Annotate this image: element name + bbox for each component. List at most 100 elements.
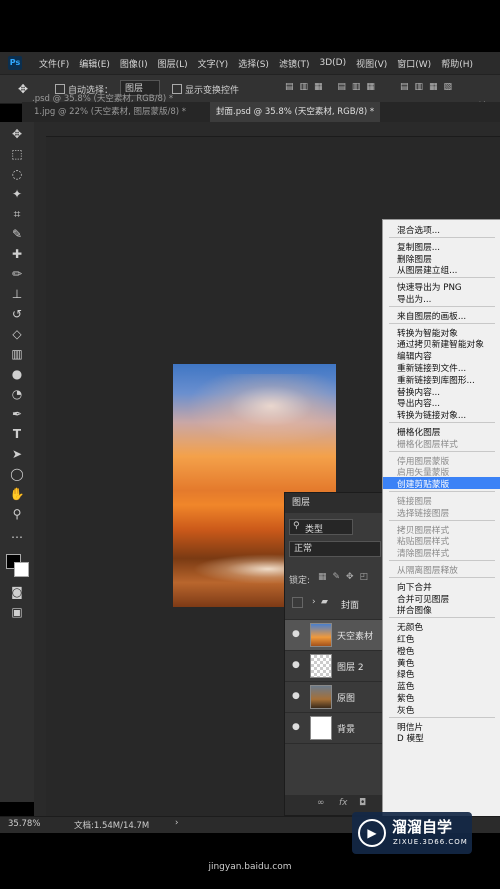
eye-icon[interactable]: ● xyxy=(292,722,300,732)
visibility-empty[interactable] xyxy=(292,597,303,608)
healing-brush-icon[interactable]: ✚ xyxy=(9,246,25,262)
mask-icon[interactable]: ◘ xyxy=(359,798,366,808)
show-transform-label: 显示变换控件 xyxy=(185,86,240,96)
path-select-icon[interactable]: ➤ xyxy=(9,446,25,462)
menu-help[interactable]: 帮助(H) xyxy=(436,57,478,70)
layer-row[interactable]: ● 原图 xyxy=(285,682,385,713)
move-tool-icon[interactable]: ✥ xyxy=(9,126,25,142)
layer-thumbnail xyxy=(310,623,332,647)
gradient-tool-icon[interactable]: ▥ xyxy=(9,346,25,362)
context-menu-item[interactable]: 导出为... xyxy=(397,292,431,305)
context-menu-item[interactable]: D 模型 xyxy=(397,731,424,744)
more-tools-icon[interactable]: … xyxy=(9,526,25,542)
lock-label: 锁定: xyxy=(289,576,311,586)
layer-row-group[interactable]: › ▰ 封面 xyxy=(285,589,385,620)
layers-panel: 图层 ⚲ 类型 正常 锁定: ▦✎✥◰ › ▰ 封面 ● 天空素材 ● 图层 2… xyxy=(284,492,386,816)
ellipse-tool-icon[interactable]: ◯ xyxy=(9,466,25,482)
menu-separator xyxy=(389,491,495,492)
status-arrow-icon[interactable]: › xyxy=(175,818,178,828)
folder-icon: ▰ xyxy=(321,597,328,607)
eye-icon[interactable]: ● xyxy=(292,629,300,639)
menu-filter[interactable]: 滤镜(T) xyxy=(274,57,315,70)
eye-icon[interactable]: ● xyxy=(292,691,300,701)
tools-panel: ✥ ⬚ ◌ ✦ ⌗ ✎ ✚ ✏ ⊥ ↺ ◇ ▥ ● ◔ ✒ T ➤ ◯ ✋ ⚲ … xyxy=(0,122,35,802)
menu-window[interactable]: 窗口(W) xyxy=(392,57,436,70)
zoom-tool-icon[interactable]: ⚲ xyxy=(9,506,25,522)
link-icon[interactable]: ∞ xyxy=(317,798,325,808)
menu-view[interactable]: 视图(V) xyxy=(351,57,392,70)
layer-filter-dropdown[interactable]: ⚲ 类型 xyxy=(289,519,353,535)
layer-row[interactable]: ● 图层 2 xyxy=(285,651,385,682)
menu-bar: Ps 文件(F) 编辑(E) 图像(I) 图层(L) 文字(Y) 选择(S) 滤… xyxy=(0,52,500,74)
eyedropper-icon[interactable]: ✎ xyxy=(9,226,25,242)
layer-name: 背景 xyxy=(337,725,356,735)
dodge-tool-icon[interactable]: ◔ xyxy=(9,386,25,402)
horizontal-ruler xyxy=(34,122,500,137)
stamp-tool-icon[interactable]: ⊥ xyxy=(9,286,25,302)
menu-separator xyxy=(389,236,495,238)
context-menu-item[interactable]: 拼合图像 xyxy=(397,603,432,616)
menu-separator xyxy=(389,277,495,279)
zoom-level[interactable]: 35.78% xyxy=(8,819,40,829)
watermark: ▶ 溜溜自学 ZIXUE.3D66.COM xyxy=(352,812,472,854)
document-size: 文档:1.54M/14.7M xyxy=(74,821,150,831)
context-menu-item: 栅格化图层样式 xyxy=(397,439,458,450)
layer-thumbnail xyxy=(310,685,332,709)
filter-search-icon: ⚲ xyxy=(293,521,300,531)
footer-url: jingyan.baidu.com xyxy=(208,862,292,872)
fx-icon[interactable]: fx xyxy=(339,798,348,808)
context-menu-item[interactable]: 转换为链接对象... xyxy=(397,408,466,421)
marquee-tool-icon[interactable]: ⬚ xyxy=(9,146,25,162)
history-brush-icon[interactable]: ↺ xyxy=(9,306,25,322)
menu-separator xyxy=(389,716,495,718)
layer-row-selected[interactable]: ● 天空素材 xyxy=(285,620,385,651)
blur-tool-icon[interactable]: ● xyxy=(9,366,25,382)
blend-mode-dropdown[interactable]: 正常 xyxy=(289,541,381,557)
context-menu-item: 清除图层样式 xyxy=(397,549,450,560)
quick-mask-icon[interactable]: ◙ xyxy=(9,584,25,600)
context-menu-item[interactable]: 来自图层的画板... xyxy=(397,309,466,322)
menu-list: 文件(F) 编辑(E) 图像(I) 图层(L) 文字(Y) 选择(S) 滤镜(T… xyxy=(34,52,478,74)
distribute-icons[interactable]: ▤▥▦▧ xyxy=(400,82,458,92)
menu-select[interactable]: 选择(S) xyxy=(233,57,274,70)
align-icons[interactable]: ▤▥▦ ▤▥▦ xyxy=(285,82,381,92)
clouds-overlay xyxy=(173,374,336,454)
context-menu-item[interactable]: 灰色 xyxy=(397,703,414,716)
background-color-swatch[interactable] xyxy=(14,562,29,577)
lock-icons[interactable]: ▦✎✥◰ xyxy=(318,572,374,582)
pen-tool-icon[interactable]: ✒ xyxy=(9,406,25,422)
context-menu-item[interactable]: 混合选项... xyxy=(397,223,440,236)
layer-row[interactable]: ● 背景 xyxy=(285,713,385,744)
layer-name: 封面 xyxy=(341,601,360,611)
watermark-sub: ZIXUE.3D66.COM xyxy=(393,838,468,846)
layer-name: 天空素材 xyxy=(337,632,374,642)
hand-tool-icon[interactable]: ✋ xyxy=(9,486,25,502)
layer-context-menu: 混合选项... 复制图层... 删除图层 从图层建立组... 快速导出为 PNG 导出为.… xyxy=(382,219,500,826)
crop-tool-icon[interactable]: ⌗ xyxy=(9,206,25,222)
layer-name: 原图 xyxy=(337,694,356,704)
expand-arrow-icon[interactable]: › xyxy=(312,597,316,607)
eye-icon[interactable]: ● xyxy=(292,660,300,670)
lasso-tool-icon[interactable]: ◌ xyxy=(9,166,25,182)
menu-edit[interactable]: 编辑(E) xyxy=(74,57,115,70)
menu-type[interactable]: 文字(Y) xyxy=(193,57,234,70)
tab-doc-3[interactable]: 封面.psd @ 35.8% (天空素材, RGB/8) * xyxy=(210,102,381,122)
magic-wand-icon[interactable]: ✦ xyxy=(9,186,25,202)
menu-layer[interactable]: 图层(L) xyxy=(153,57,193,70)
menu-file[interactable]: 文件(F) xyxy=(34,57,74,70)
play-logo-icon: ▶ xyxy=(358,819,386,847)
eraser-icon[interactable]: ◇ xyxy=(9,326,25,342)
menu-3d[interactable]: 3D(D) xyxy=(314,58,351,68)
menu-separator xyxy=(389,322,495,324)
context-menu-item[interactable]: 创建剪贴蒙版 xyxy=(383,477,500,490)
watermark-title: 溜溜自学 xyxy=(392,818,453,836)
layer-filter-value: 类型 xyxy=(305,525,324,535)
layer-thumbnail xyxy=(310,716,332,740)
brush-tool-icon[interactable]: ✏ xyxy=(9,266,25,282)
screen-mode-icon[interactable]: ▣ xyxy=(9,604,25,620)
tab-doc-2[interactable]: 1.jpg @ 22% (天空素材, 图层蒙版/8) * xyxy=(28,102,192,122)
context-menu-item[interactable]: 从图层建立组... xyxy=(397,263,457,276)
context-menu-item: 从隔离图层释放 xyxy=(397,566,458,576)
menu-image[interactable]: 图像(I) xyxy=(115,57,153,70)
type-tool-icon[interactable]: T xyxy=(9,426,25,442)
